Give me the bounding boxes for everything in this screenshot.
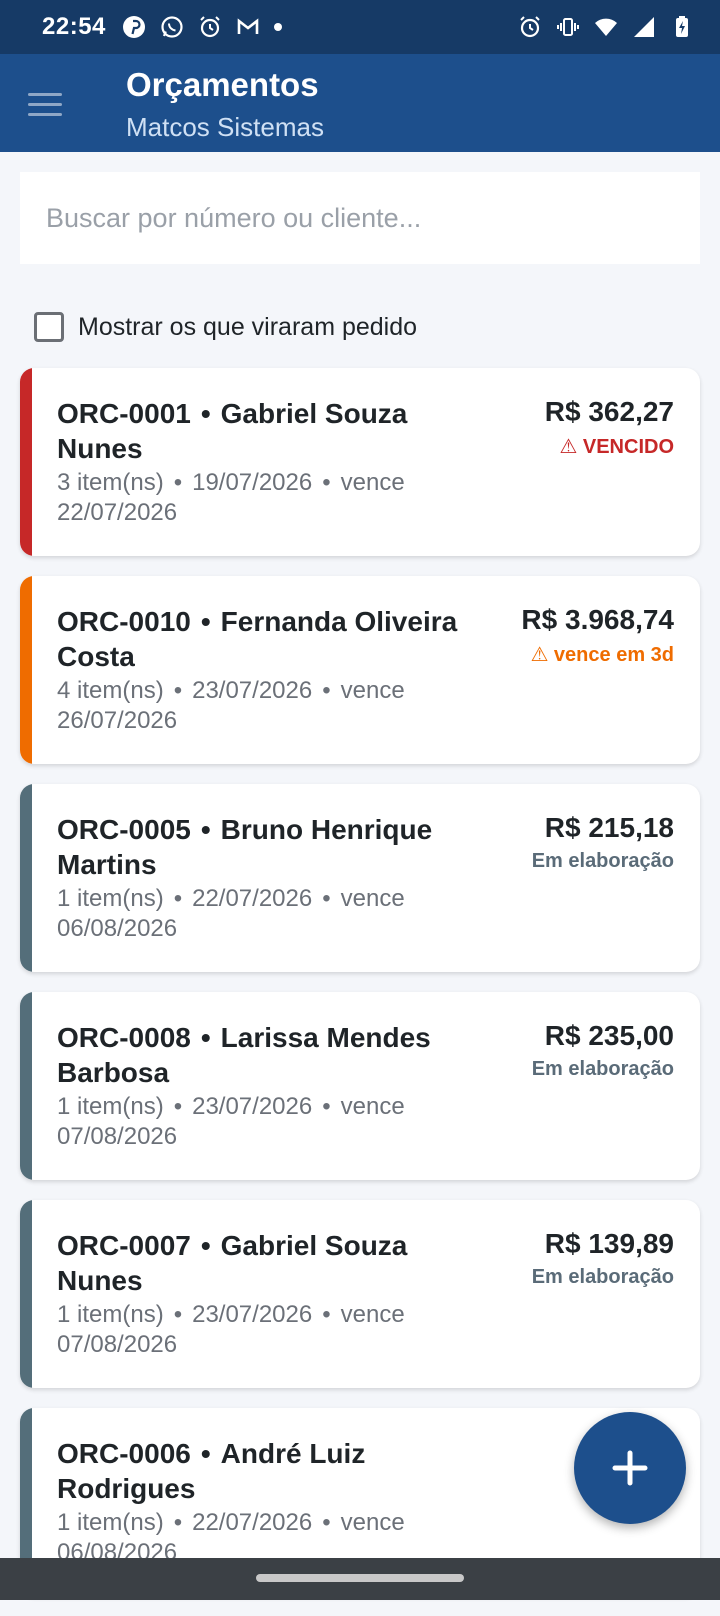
status-bar: 22:54 [0, 0, 720, 54]
system-icons [518, 15, 694, 39]
item-count: 4 item(ns) [57, 677, 164, 704]
quote-meta: 4 item(ns) • 23/07/2026 • vence 26/07/2026 [57, 676, 477, 736]
quote-date: 19/07/2026 [192, 469, 313, 496]
separator-dot: • [322, 885, 331, 912]
status-badge: ⚠ VENCIDO [559, 436, 674, 458]
separator-dot: • [200, 398, 211, 429]
quote-number: ORC-0010 [57, 606, 191, 637]
status-stripe [20, 1200, 32, 1388]
item-count: 1 item(ns) [57, 885, 164, 912]
quote-date: 23/07/2026 [192, 1301, 313, 1328]
separator-dot: • [322, 469, 331, 496]
vibrate-icon [557, 18, 579, 36]
separator-dot: • [173, 677, 183, 704]
quote-card[interactable]: ORC-0008 • Larissa Mendes Barbosa 1 item(n… [20, 992, 700, 1180]
alarm-icon [200, 16, 220, 38]
notification-dot [273, 23, 282, 31]
quote-title: ORC-0006 • André Luiz Rodrigues [57, 1436, 477, 1506]
quote-meta: 1 item(ns) • 23/07/2026 • vence 07/08/2026 [57, 1092, 477, 1152]
quote-title: ORC-0010 • Fernanda Oliveira Costa [57, 604, 477, 674]
separator-dot: • [200, 606, 211, 637]
quote-card[interactable]: ORC-0005 • Bruno Henrique Martins 1 item(n… [20, 784, 700, 972]
quote-amount: R$ 3.968,74 [521, 604, 674, 635]
quote-number: ORC-0008 [57, 1022, 191, 1053]
status-stripe [20, 992, 32, 1180]
page-subtitle: Matcos Sistemas [126, 112, 324, 142]
status-badge: ⚠ vence em 3d [530, 644, 674, 666]
item-count: 1 item(ns) [57, 1509, 164, 1536]
separator-dot: • [200, 1022, 211, 1053]
quote-card[interactable]: ORC-0007 • Gabriel Souza Nunes 1 item(ns) •… [20, 1200, 700, 1388]
wifi-icon [595, 18, 617, 36]
app-bar: Orçamentos Matcos Sistemas [0, 54, 720, 152]
show-converted-checkbox[interactable] [34, 312, 64, 342]
show-converted-label: Mostrar os que viraram pedido [78, 312, 418, 341]
quote-meta: 1 item(ns) • 23/07/2026 • vence 07/08/2026 [57, 1300, 477, 1360]
quote-amount: R$ 362,27 [544, 396, 674, 427]
separator-dot: • [173, 1093, 183, 1120]
item-count: 3 item(ns) [57, 469, 164, 496]
item-count: 1 item(ns) [57, 1301, 164, 1328]
separator-dot: • [322, 677, 331, 704]
quote-date: 22/07/2026 [192, 885, 313, 912]
add-quote-button[interactable] [574, 1412, 686, 1524]
quote-amount: R$ 235,00 [544, 1020, 674, 1051]
quote-number: ORC-0007 [57, 1230, 191, 1261]
quote-title: ORC-0008 • Larissa Mendes Barbosa [57, 1020, 477, 1090]
hamburger-line [28, 112, 62, 116]
separator-dot: • [322, 1093, 331, 1120]
gmail-icon [237, 18, 259, 34]
quote-card[interactable]: ORC-0001 • Gabriel Souza Nunes 3 item(ns) •… [20, 368, 700, 556]
status-badge: Em elaboração [531, 850, 674, 872]
home-gesture-handle[interactable] [256, 1574, 464, 1582]
quote-date: 22/07/2026 [192, 1509, 313, 1536]
alarm-icon [520, 16, 540, 38]
item-count: 1 item(ns) [57, 1093, 164, 1120]
separator-dot: • [322, 1301, 331, 1328]
quote-date: 23/07/2026 [192, 1093, 313, 1120]
show-converted-filter[interactable]: Mostrar os que viraram pedido [34, 312, 417, 342]
menu-button[interactable] [28, 84, 68, 124]
separator-dot: • [173, 1509, 183, 1536]
search-input[interactable] [20, 172, 700, 264]
quote-number: ORC-0001 [57, 398, 191, 429]
pinterest-icon [122, 16, 145, 38]
status-stripe [20, 784, 32, 972]
plus-icon [612, 1450, 648, 1486]
system-nav-bar [0, 1558, 720, 1600]
status-stripe [20, 368, 32, 556]
status-time: 22:54 [42, 13, 106, 40]
hamburger-line [28, 102, 62, 106]
quote-card[interactable]: ORC-0010 • Fernanda Oliveira Costa 4 item(… [20, 576, 700, 764]
status-badge: Em elaboração [531, 1266, 674, 1288]
separator-dot: • [200, 1438, 211, 1469]
battery-charging-icon [676, 16, 688, 37]
hamburger-line [28, 92, 62, 96]
quote-number: ORC-0005 [57, 814, 191, 845]
separator-dot: • [173, 1301, 183, 1328]
quote-number: ORC-0006 [57, 1438, 191, 1469]
signal-icon [634, 17, 654, 37]
quote-date: 23/07/2026 [192, 677, 313, 704]
quote-meta: 1 item(ns) • 22/07/2026 • vence 06/08/2026 [57, 884, 477, 944]
quote-meta: 3 item(ns) • 19/07/2026 • vence 22/07/2026 [57, 468, 477, 528]
status-badge: Em elaboração [531, 1058, 674, 1080]
separator-dot: • [322, 1509, 331, 1536]
separator-dot: • [200, 1230, 211, 1261]
quote-amount: R$ 215,18 [544, 812, 674, 843]
notification-icons [122, 15, 282, 39]
quote-title: ORC-0005 • Bruno Henrique Martins [57, 812, 477, 882]
quote-title: ORC-0001 • Gabriel Souza Nunes [57, 396, 477, 466]
quote-title: ORC-0007 • Gabriel Souza Nunes [57, 1228, 477, 1298]
whatsapp-icon [161, 16, 183, 38]
separator-dot: • [173, 885, 183, 912]
status-stripe [20, 576, 32, 764]
quote-amount: R$ 139,89 [544, 1228, 674, 1259]
separator-dot: • [200, 814, 211, 845]
page-title: Orçamentos [126, 66, 319, 103]
separator-dot: • [173, 469, 183, 496]
